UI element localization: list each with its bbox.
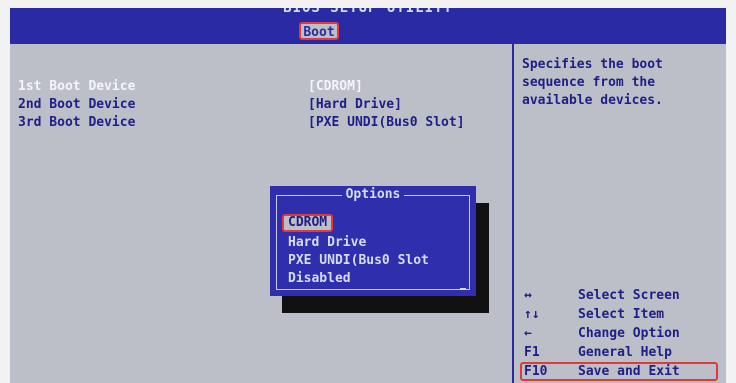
option-hard-drive[interactable]: Hard Drive: [288, 234, 366, 252]
bios-screen: BIOS SETUP UTILITY Boot 1st Boot Device …: [10, 8, 726, 383]
legend-row-save-exit: F10 Save and Exit: [520, 362, 718, 381]
legend-desc: Select Item: [578, 307, 665, 322]
legend-row-change-option: ← Change Option: [522, 324, 722, 343]
panel-divider: [512, 44, 514, 383]
popup-title: Options: [270, 187, 476, 202]
up-down-arrow-icon: ↑↓: [524, 307, 540, 322]
left-right-arrow-icon: ↔: [524, 288, 532, 303]
legend-key: F10: [524, 364, 548, 379]
legend-desc: General Help: [578, 345, 672, 360]
legend-desc: Change Option: [578, 326, 680, 341]
tab-boot[interactable]: Boot: [299, 22, 339, 40]
legend-row-general-help: F1 General Help: [522, 343, 722, 362]
legend-row-select-item: ↑↓ Select Item: [522, 305, 722, 324]
popup-scroll-marker: [460, 288, 466, 290]
boot-device-3-label: 3rd Boot Device: [18, 115, 136, 130]
key-legend: ↔ Select Screen ↑↓ Select Item ← Change …: [520, 286, 722, 381]
legend-key: F1: [524, 345, 540, 360]
legend-row-select-screen: ↔ Select Screen: [522, 286, 722, 305]
boot-device-1-label: 1st Boot Device: [18, 79, 136, 94]
legend-desc: Save and Exit: [578, 364, 680, 379]
option-disabled[interactable]: Disabled: [288, 270, 351, 288]
legend-desc: Select Screen: [578, 288, 680, 303]
help-description: Specifies the boot sequence from the ava…: [522, 57, 663, 108]
left-arrow-icon: ←: [524, 326, 532, 341]
boot-device-3-value[interactable]: [PXE UNDI(Bus0 Slot]: [308, 114, 465, 132]
options-popup: Options CDROM Hard Drive PXE UNDI(Bus0 S…: [270, 186, 476, 296]
bios-header: BIOS SETUP UTILITY Boot: [10, 8, 726, 44]
option-cdrom[interactable]: CDROM: [282, 214, 334, 232]
option-pxe-undi[interactable]: PXE UNDI(Bus0 Slot: [288, 252, 429, 270]
boot-device-2-value[interactable]: [Hard Drive]: [308, 96, 402, 114]
popup-title-text: Options: [341, 187, 405, 202]
boot-device-2-label: 2nd Boot Device: [18, 97, 136, 112]
bios-title: BIOS SETUP UTILITY: [283, 8, 453, 16]
boot-device-1-value[interactable]: [CDROM]: [308, 78, 363, 96]
